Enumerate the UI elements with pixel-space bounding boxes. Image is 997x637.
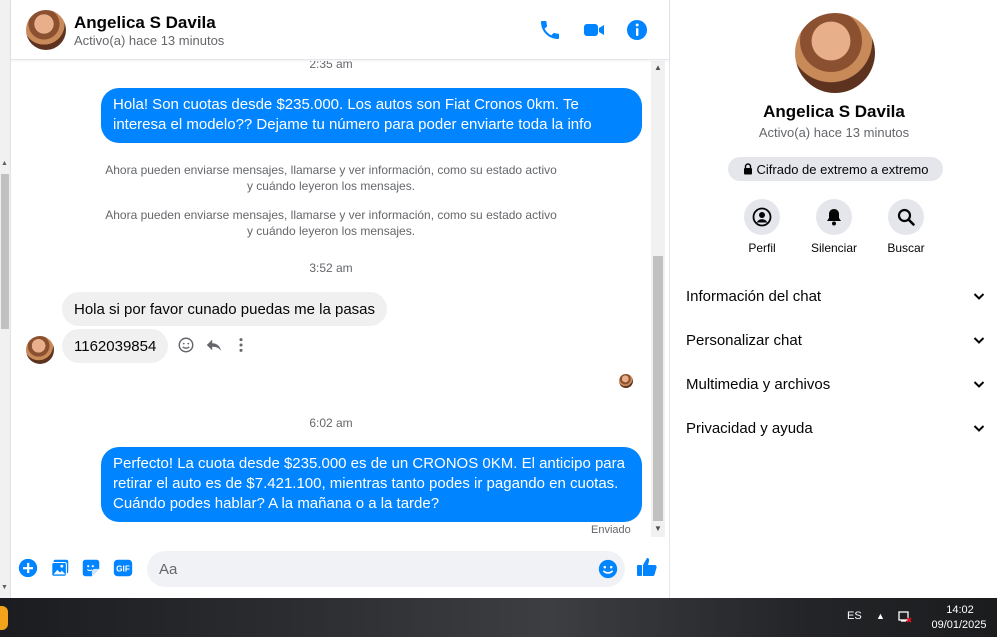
emoji-icon[interactable] [597, 558, 619, 580]
add-icon[interactable] [17, 557, 39, 579]
search-button[interactable]: Buscar [870, 199, 942, 255]
timestamp: 6:02 am [309, 416, 353, 430]
bell-icon [827, 209, 841, 226]
clock-date[interactable]: 09/01/2025 [926, 619, 992, 631]
lock-icon [743, 163, 752, 175]
network-icon[interactable] [898, 609, 912, 623]
profile-name: Angelica S Davila [763, 102, 905, 121]
clock-time[interactable]: 14:02 [930, 604, 990, 616]
incoming-message[interactable]: 1162039854 [62, 329, 169, 363]
outer-scroll-down-arrow[interactable]: ▼ [1, 584, 8, 591]
section-label: Información del chat [686, 287, 822, 305]
section-chat-info[interactable]: Información del chat [686, 284, 986, 308]
svg-text:GIF: GIF [116, 565, 130, 574]
gif-icon[interactable]: GIF [112, 557, 134, 579]
chevron-down-icon [973, 381, 985, 388]
contact-name[interactable]: Angelica S Davila [74, 13, 216, 33]
section-media-files[interactable]: Multimedia y archivos [686, 372, 986, 396]
outer-scroll-thumb[interactable] [1, 174, 9, 329]
search-icon [897, 208, 915, 226]
chat-column: Angelica S Davila Activo(a) hace 13 minu… [11, 0, 669, 598]
outer-scroll-up-arrow[interactable]: ▲ [1, 160, 8, 167]
contact-avatar[interactable] [26, 10, 66, 50]
message-input-box[interactable] [147, 551, 625, 587]
conversation-info-panel: Angelica S Davila Activo(a) hace 13 minu… [669, 0, 997, 598]
section-privacy-help[interactable]: Privacidad y ayuda [686, 416, 986, 440]
chat-header: Angelica S Davila Activo(a) hace 13 minu… [11, 0, 669, 60]
system-notice: Ahora pueden enviarse mensajes, llamarse… [105, 208, 557, 238]
scroll-thumb[interactable] [653, 256, 663, 521]
message-status: Enviado [591, 524, 631, 536]
timestamp: 2:35 am [309, 61, 353, 71]
composer: GIF [11, 545, 669, 595]
phone-icon[interactable] [538, 18, 562, 42]
encryption-badge[interactable]: Cifrado de extremo a extremo [728, 157, 943, 181]
like-icon[interactable] [635, 555, 659, 579]
scroll-up-arrow[interactable]: ▲ [654, 63, 662, 72]
profile-label: Perfil [748, 241, 776, 255]
message-list: 2:35 am Hola! Son cuotas desde $235.000.… [11, 61, 651, 541]
input-language[interactable]: ES [847, 610, 862, 622]
profile-status: Activo(a) hace 13 minutos [758, 125, 910, 140]
seen-receipt-avatar [619, 374, 633, 388]
message-scrollbar[interactable]: ▲ ▼ [651, 61, 665, 537]
taskbar-app-icon[interactable] [0, 606, 8, 630]
mute-label: Silenciar [810, 241, 858, 255]
sender-avatar[interactable] [26, 336, 54, 364]
react-icon[interactable] [177, 336, 195, 354]
section-customize-chat[interactable]: Personalizar chat [686, 328, 986, 352]
profile-avatar[interactable] [795, 13, 875, 93]
incoming-message[interactable]: Hola si por favor cunado puedas me la pa… [62, 292, 388, 326]
video-call-icon[interactable] [582, 18, 606, 42]
profile-button[interactable]: Perfil [726, 199, 798, 255]
gallery-icon[interactable] [49, 557, 71, 579]
more-options-icon[interactable] [235, 336, 247, 354]
system-notice: Ahora pueden enviarse mensajes, llamarse… [105, 163, 557, 193]
outgoing-message[interactable]: Hola! Son cuotas desde $235.000. Los aut… [101, 88, 642, 143]
section-label: Personalizar chat [686, 331, 802, 349]
sticker-icon[interactable] [80, 557, 102, 579]
section-label: Multimedia y archivos [686, 375, 831, 393]
taskbar: ES ▲ 14:02 09/01/2025 [0, 598, 997, 637]
mute-button[interactable]: Silenciar [798, 199, 870, 255]
profile-icon [752, 207, 772, 227]
reply-icon[interactable] [205, 336, 223, 354]
contact-status: Activo(a) hace 13 minutos [74, 33, 225, 48]
chevron-down-icon [973, 337, 985, 344]
info-icon[interactable] [625, 18, 649, 42]
encryption-label: Cifrado de extremo a extremo [756, 161, 929, 177]
chevron-down-icon [973, 425, 985, 432]
outgoing-message[interactable]: Perfecto! La cuota desde $235.000 es de … [101, 447, 642, 522]
section-label: Privacidad y ayuda [686, 419, 813, 437]
message-input[interactable] [159, 559, 579, 579]
scroll-down-arrow[interactable]: ▼ [654, 524, 662, 533]
outer-scrollbar[interactable]: ▲ ▼ [0, 0, 11, 598]
tray-expand-icon[interactable]: ▲ [876, 611, 885, 621]
timestamp: 3:52 am [309, 261, 353, 275]
chevron-down-icon [973, 293, 985, 300]
search-label: Buscar [887, 241, 925, 255]
